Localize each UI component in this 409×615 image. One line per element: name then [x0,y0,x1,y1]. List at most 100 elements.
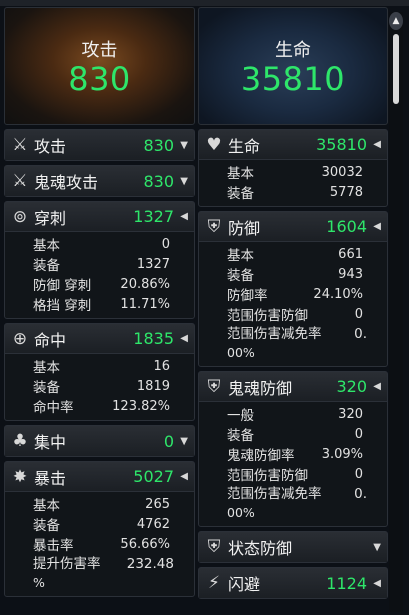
stat-panel-ghost-defense[interactable]: ⛨ 鬼魂防御 320 ◀ 一般 320 装备 0 鬼魂防御率 3.09% 范围伤害防御… [198,371,388,527]
attack-summary-label: 攻击 [81,40,118,61]
detail-label: 装备 [227,428,254,444]
stat-value: 1604 [326,217,367,236]
detail-row: 格挡 穿刺 11.71% [5,294,194,315]
chevron-left-icon[interactable]: ◀ [180,211,188,222]
stat-header[interactable]: ⚔ 攻击 830 ▼ [5,130,194,160]
detail-value-continued: 00% [227,505,255,520]
stat-value: 5027 [133,467,174,486]
stat-value: 830 [143,171,174,191]
stat-details: 基本 661 装备 943 防御率 24.10% 范围伤害防御 0 范围伤害减免率 0. … [199,242,387,366]
detail-value: 265 [145,496,170,512]
detail-value: 232.48 [126,556,174,572]
scroll-up-button[interactable]: ▲ [389,12,403,30]
stat-panel-pierce[interactable]: ⊚ 穿刺 1327 ◀ 基本 0 装备 1327 防御 穿刺 20.86% 格挡 穿刺… [4,201,195,319]
stat-header[interactable]: ⊚ 穿刺 1327 ◀ [5,202,194,232]
stat-panel-accuracy[interactable]: ⊕ 命中 1835 ◀ 基本 16 装备 1819 命中率 123.82% [4,323,195,421]
burst-icon: ✸ [12,466,28,487]
detail-row: 装备 0 [199,424,387,445]
detail-value: 30032 [321,164,363,180]
chevron-left-icon[interactable]: ◀ [373,139,381,150]
chevron-left-icon[interactable]: ◀ [373,221,381,232]
stat-panel-evasion[interactable]: ⚡ 闪避 1124 ◀ [198,567,388,599]
scrollbar[interactable]: ▲ [389,12,403,612]
detail-row: 命中率 123.82% [5,396,194,417]
detail-row: 范围伤害防御 0 [199,304,387,325]
stat-panel-status-defense[interactable]: ⛨ 状态防御 ▼ [198,531,388,563]
stat-title: 集中 [34,433,67,452]
detail-value: 123.82% [112,398,170,414]
detail-label: 范围伤害减免率 [227,486,322,502]
stat-header[interactable]: ♥ 生命 35810 ◀ [199,130,387,160]
chevron-down-icon[interactable]: ▼ [373,542,381,553]
stat-value: 320 [336,377,367,396]
detail-row: 暴击率 56.66% [5,534,194,555]
detail-value: 11.71% [120,296,170,312]
detail-label: 基本 [33,498,60,514]
pierce-icon: ⊚ [12,206,28,227]
detail-row: 基本 265 [5,494,194,515]
chevron-down-icon[interactable]: ▼ [180,176,188,187]
defense-column: 生命 35810 ♥ 生命 35810 ◀ 基本 30032 装备 5778 ⛨ 防… [198,0,388,599]
chevron-left-icon[interactable]: ◀ [180,333,188,344]
detail-value: 56.66% [120,536,170,552]
detail-row-wrapped: 提升伤害率 232.48 [5,554,194,574]
stat-title: 穿刺 [34,208,67,228]
stat-value: 1835 [133,329,174,348]
detail-value: 0 [161,236,170,252]
chevron-left-icon[interactable]: ◀ [180,471,188,482]
detail-value: 5778 [329,184,363,200]
chevron-down-icon[interactable]: ▼ [180,436,188,447]
detail-value: 1327 [136,256,170,272]
stat-title: 闪避 [228,575,261,594]
stat-header[interactable]: ⊕ 命中 1835 ◀ [5,324,194,354]
detail-label: 命中率 [33,400,74,416]
detail-label: 范围伤害减免率 [227,326,322,342]
stat-title: 暴击 [34,468,67,488]
chevron-left-icon[interactable]: ◀ [373,381,381,392]
detail-row: 防御率 24.10% [199,284,387,305]
attack-summary: 攻击 830 [4,7,195,125]
detail-value: 0 [354,426,363,442]
stat-title: 鬼魂攻击 [34,173,99,192]
detail-value: 0 [354,466,363,482]
stat-header[interactable]: ⚔ 鬼魂攻击 830 ▼ [5,166,194,196]
detail-label: 基本 [33,360,60,376]
stat-header[interactable]: ♣ 集中 0 ▼ [5,426,194,456]
stat-panel-critical[interactable]: ✸ 暴击 5027 ◀ 基本 265 装备 4762 暴击率 56.66% 提升伤害率… [4,461,195,597]
stat-header[interactable]: ⚡ 闪避 1124 ◀ [199,568,387,598]
detail-value: 4762 [136,516,170,532]
detail-row: 基本 30032 [199,162,387,183]
detail-label: 范围伤害防御 [227,468,308,484]
stat-panel-ghost-attack[interactable]: ⚔ 鬼魂攻击 830 ▼ [4,165,195,197]
detail-row: 基本 0 [5,234,194,255]
stat-panel-attack[interactable]: ⚔ 攻击 830 ▼ [4,129,195,161]
stat-details: 基本 0 装备 1327 防御 穿刺 20.86% 格挡 穿刺 11.71% [5,232,194,318]
stat-header[interactable]: ✸ 暴击 5027 ◀ [5,462,194,492]
stat-panel-focus[interactable]: ♣ 集中 0 ▼ [4,425,195,457]
detail-label: 装备 [227,268,254,284]
detail-row: 装备 943 [199,264,387,285]
detail-value: 0. [354,486,367,502]
detail-row: 装备 4762 [5,514,194,535]
attack-column: 攻击 830 ⚔ 攻击 830 ▼ ⚔ 鬼魂攻击 830 ▼ ⊚ 穿刺 1327… [4,0,195,597]
detail-row: 范围伤害防御 0 [199,464,387,485]
detail-row: 鬼魂防御率 3.09% [199,444,387,465]
detail-value: 0. [354,326,367,342]
stat-header[interactable]: ⛨ 防御 1604 ◀ [199,212,387,242]
detail-row: 基本 16 [5,356,194,377]
detail-row-wrapped: 范围伤害减免率 0. [199,484,387,504]
chevron-left-icon[interactable]: ◀ [373,578,381,589]
attack-summary-value: 830 [68,60,131,98]
stat-panel-defense[interactable]: ⛨ 防御 1604 ◀ 基本 661 装备 943 防御率 24.10% 范围伤害防御… [198,211,388,367]
stat-details: 基本 30032 装备 5778 [199,160,387,206]
stat-title: 鬼魂防御 [228,378,293,398]
stat-header[interactable]: ⛨ 状态防御 ▼ [199,532,387,562]
stat-title: 命中 [34,330,67,350]
stat-header[interactable]: ⛨ 鬼魂防御 320 ◀ [199,372,387,402]
chevron-down-icon[interactable]: ▼ [180,140,188,151]
stat-panel-health[interactable]: ♥ 生命 35810 ◀ 基本 30032 装备 5778 [198,129,388,207]
stat-value: 830 [143,135,174,155]
stat-value: 0 [163,431,174,451]
target-icon: ⊕ [12,328,28,349]
scrollbar-thumb[interactable] [393,34,399,104]
